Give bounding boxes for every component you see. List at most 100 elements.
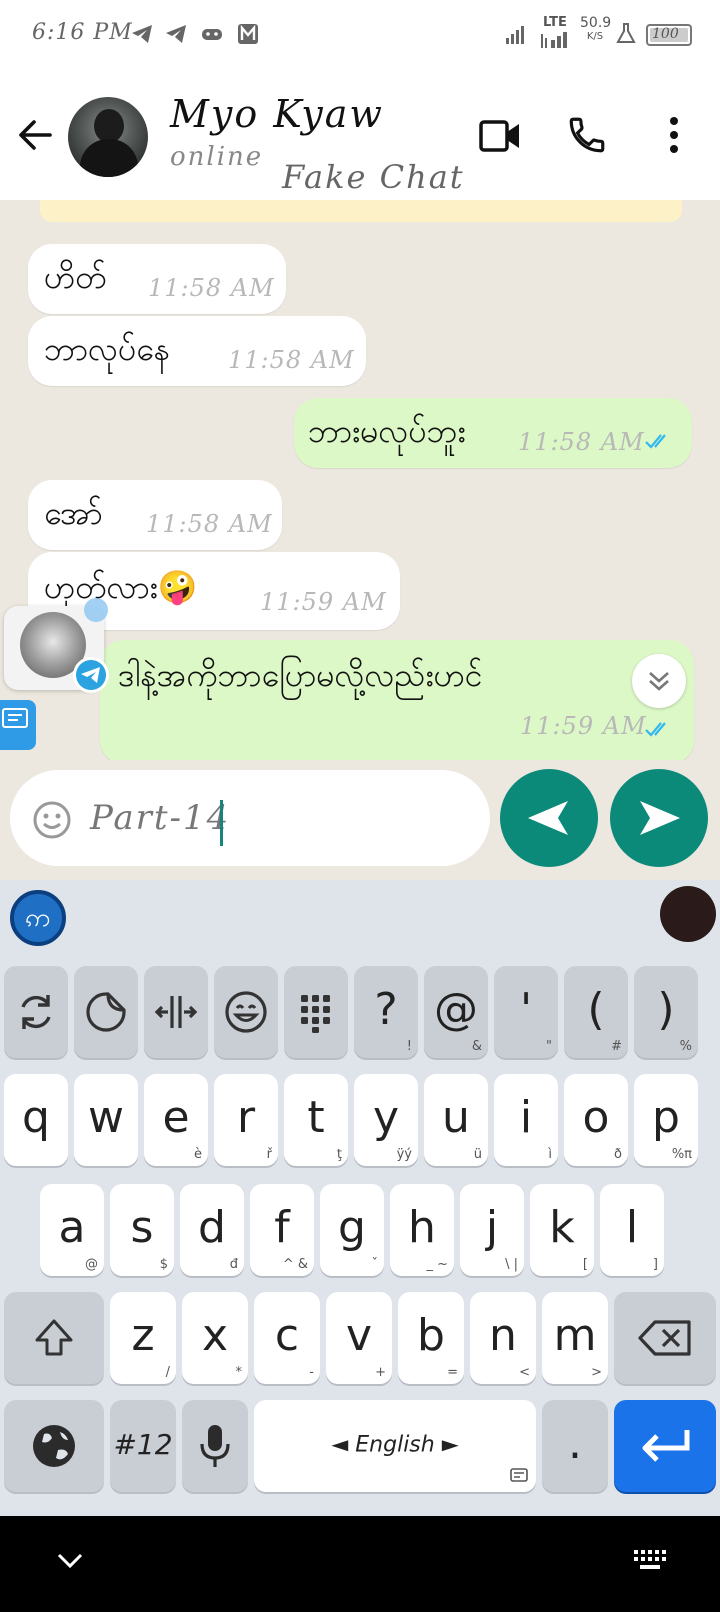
- message-text: ဒါနဲ့အကိုဘာပြောမလို့လည်းဟင်: [118, 656, 483, 694]
- key-label: b: [417, 1309, 445, 1361]
- key-([interactable]: (#: [564, 966, 628, 1058]
- key-y[interactable]: y ÿý: [354, 1074, 418, 1166]
- microphone-key[interactable]: [182, 1400, 248, 1492]
- signal-bars-icon: [541, 32, 567, 48]
- key-label: ': [519, 983, 533, 1035]
- key-t[interactable]: tţ: [284, 1074, 348, 1166]
- emoji-icon[interactable]: [32, 800, 72, 840]
- video-call-icon[interactable]: [478, 116, 522, 156]
- read-ticks-icon: [645, 434, 666, 449]
- key-u[interactable]: uü: [424, 1074, 488, 1166]
- back-arrow-icon[interactable]: [16, 116, 54, 154]
- key-label: f: [274, 1201, 290, 1253]
- hide-keyboard-chevron-icon[interactable]: [56, 1552, 84, 1570]
- key-d[interactable]: dđ: [180, 1184, 244, 1276]
- key-hint: _ ~: [426, 1257, 448, 1272]
- double-chevron-down-icon: [649, 672, 669, 691]
- lte-signal: LTE: [535, 16, 575, 52]
- message-bubble-incoming[interactable]: အော် 11:58 AM: [28, 480, 282, 550]
- symbols-key[interactable]: #12: [110, 1400, 176, 1492]
- key-hint: ř: [266, 1147, 272, 1162]
- resize-key[interactable]: [144, 966, 208, 1058]
- key-w[interactable]: w: [74, 1074, 138, 1166]
- key-hint: \ |: [505, 1257, 518, 1272]
- key-j[interactable]: j \ |: [460, 1184, 524, 1276]
- key-c[interactable]: c-: [254, 1292, 320, 1384]
- key-n[interactable]: n <: [470, 1292, 536, 1384]
- key-q[interactable]: q: [4, 1074, 68, 1166]
- key-e[interactable]: eè: [144, 1074, 208, 1166]
- key-h[interactable]: h _ ~: [390, 1184, 454, 1276]
- key-k[interactable]: k[: [530, 1184, 594, 1276]
- key-v[interactable]: v +: [326, 1292, 392, 1384]
- key-g[interactable]: gˇ: [320, 1184, 384, 1276]
- key-hint: &: [471, 1039, 482, 1054]
- enter-key[interactable]: [614, 1400, 716, 1492]
- contact-avatar[interactable]: [68, 97, 148, 177]
- gamepad-icon: [202, 29, 222, 40]
- key-l[interactable]: l]: [600, 1184, 664, 1276]
- numpad-key[interactable]: [284, 966, 348, 1058]
- key-'[interactable]: ' ": [494, 966, 558, 1058]
- backspace-key[interactable]: [614, 1292, 716, 1384]
- key-)[interactable]: )%: [634, 966, 698, 1058]
- key-o[interactable]: oð: [564, 1074, 628, 1166]
- enter-icon: [642, 1430, 690, 1462]
- keyboard-logo[interactable]: ဢ: [10, 890, 66, 946]
- key-p[interactable]: p %π: [634, 1074, 698, 1166]
- receive-mode-button[interactable]: [500, 769, 598, 867]
- message-input[interactable]: [10, 770, 490, 866]
- message-bubble-outgoing[interactable]: ဘားမလုပ်ဘူး 11:58 AM: [294, 398, 692, 468]
- key-b[interactable]: b =: [398, 1292, 464, 1384]
- key-f[interactable]: f ^ &: [250, 1184, 314, 1276]
- sync-key[interactable]: [4, 966, 68, 1058]
- key-i[interactable]: iì: [494, 1074, 558, 1166]
- voice-call-icon[interactable]: [566, 114, 608, 156]
- contact-status: online: [170, 142, 264, 172]
- key-label: v: [345, 1309, 373, 1361]
- more-options-icon[interactable]: [666, 114, 682, 156]
- key-x[interactable]: x *: [182, 1292, 248, 1384]
- app-notification-icon: [238, 24, 258, 44]
- key-label: h: [408, 1201, 436, 1253]
- key-hint: ÿý: [396, 1147, 412, 1162]
- message-bubble-outgoing[interactable]: ဒါနဲ့အကိုဘာပြောမလို့လည်းဟင် 11:59 AM: [100, 640, 694, 764]
- sticker-key[interactable]: [74, 966, 138, 1058]
- keyboard-brand-icon[interactable]: [660, 886, 716, 942]
- contact-name[interactable]: Myo Kyaw: [170, 92, 384, 136]
- language-globe-key[interactable]: [4, 1400, 104, 1492]
- key-label: y: [372, 1091, 400, 1143]
- key-a[interactable]: a @: [40, 1184, 104, 1276]
- key-z[interactable]: z /: [110, 1292, 176, 1384]
- key-label: t: [307, 1091, 325, 1143]
- mini-app-bubble[interactable]: [0, 700, 36, 750]
- mini-window-icon: [2, 708, 28, 728]
- key-hint: +: [375, 1365, 386, 1380]
- message-input-text[interactable]: Part-14: [90, 798, 230, 838]
- key-m[interactable]: m >: [542, 1292, 608, 1384]
- key-label: p: [652, 1091, 680, 1143]
- key-label: (: [587, 983, 605, 1035]
- key-hint: [: [582, 1257, 588, 1272]
- emoji-key[interactable]: [214, 966, 278, 1058]
- key-?[interactable]: ?!: [354, 966, 418, 1058]
- key-r[interactable]: rř: [214, 1074, 278, 1166]
- message-bubble-incoming[interactable]: ဟိတ် 11:58 AM: [28, 244, 286, 314]
- key-label: u: [442, 1091, 470, 1143]
- key-label: i: [519, 1091, 533, 1143]
- key-@[interactable]: @ &: [424, 966, 488, 1058]
- message-bubble-incoming[interactable]: ဘာလုပ်နေ 11:58 AM: [28, 316, 366, 386]
- key-label: q: [22, 1091, 50, 1143]
- microphone-icon: [200, 1425, 230, 1467]
- send-button[interactable]: [610, 769, 708, 867]
- key-hint: ð: [614, 1147, 622, 1162]
- status-bar: 6:16 PM LTE 50.9 K/S 100: [0, 0, 720, 72]
- scroll-down-button[interactable]: [632, 654, 686, 708]
- key-s[interactable]: s $: [110, 1184, 174, 1276]
- period-key[interactable]: .: [542, 1400, 608, 1492]
- key-label: k: [549, 1201, 575, 1253]
- keyboard-switch-icon[interactable]: [632, 1548, 668, 1572]
- shift-key[interactable]: [4, 1292, 104, 1384]
- space-key[interactable]: ◄ English ►: [254, 1400, 536, 1492]
- text-caret: [220, 800, 223, 846]
